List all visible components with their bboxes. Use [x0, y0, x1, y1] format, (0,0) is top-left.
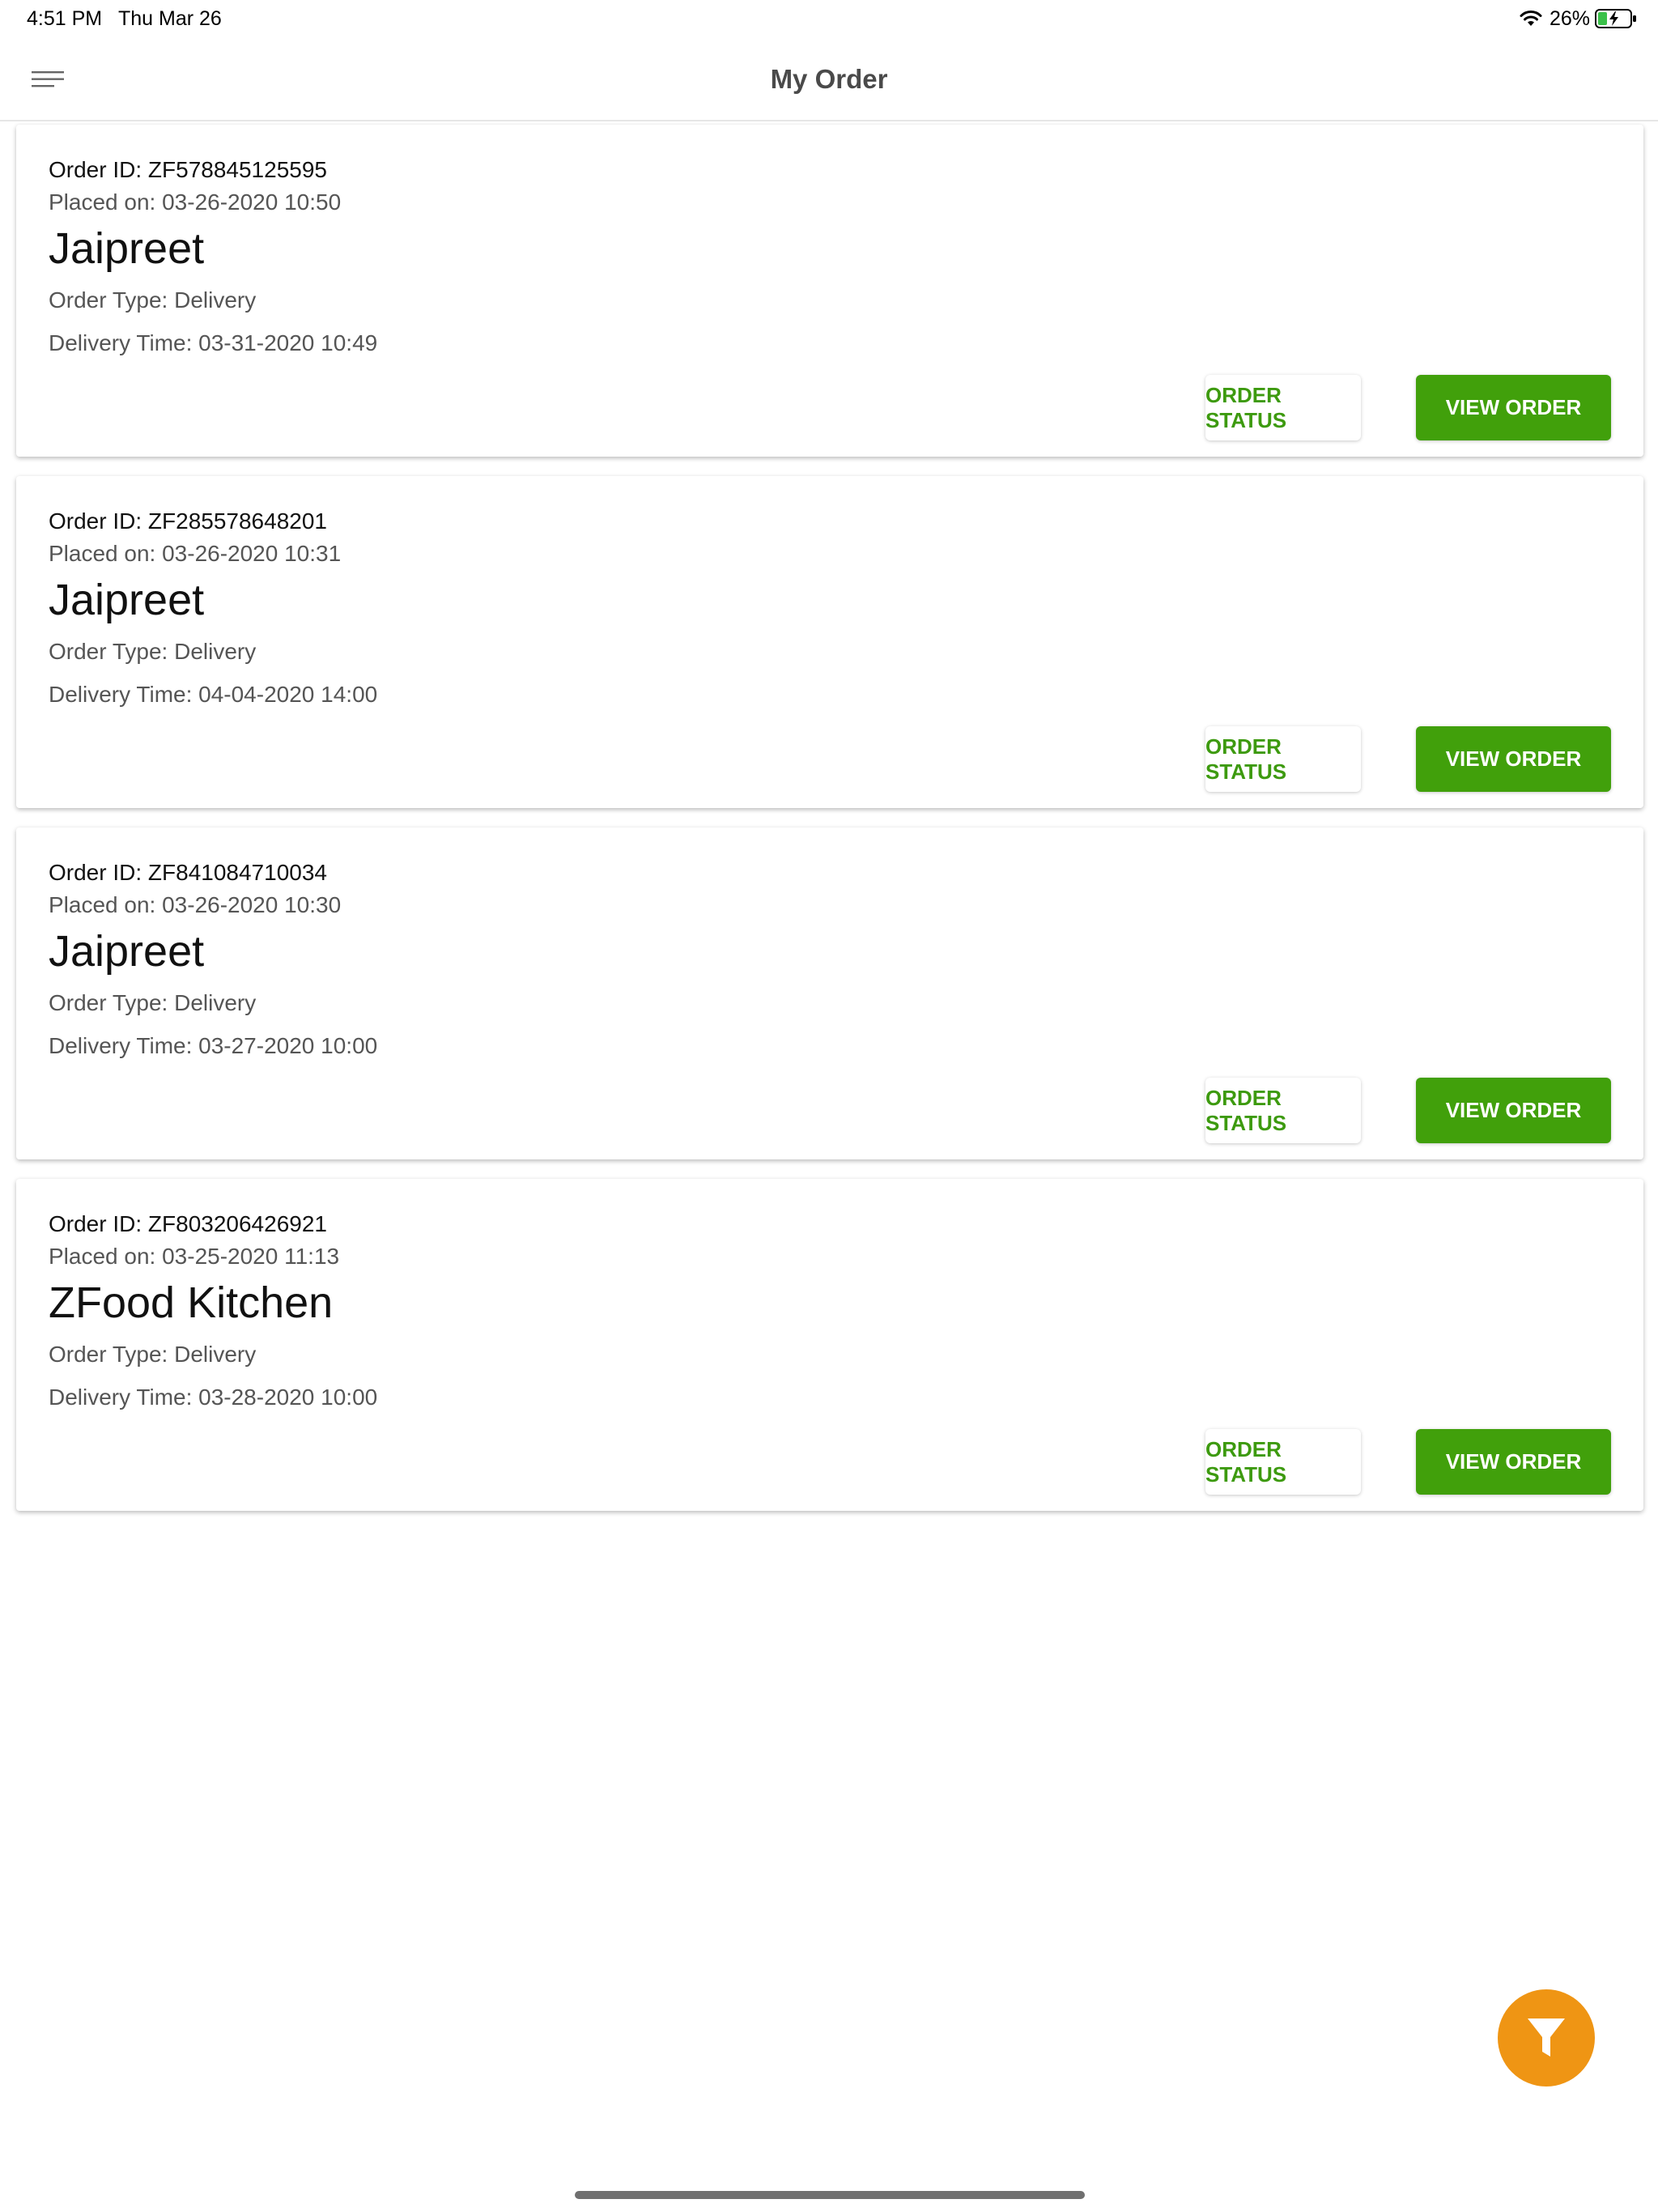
delivery-time: Delivery Time: 04-04-2020 14:00 — [49, 682, 378, 707]
delivery-time: Delivery Time: 03-31-2020 10:49 — [49, 330, 378, 355]
order-status-button[interactable]: ORDER STATUS — [1205, 1429, 1361, 1495]
order-status-button[interactable]: ORDER STATUS — [1205, 375, 1361, 440]
order-card: Order ID: ZF578845125595 Placed on: 03-2… — [16, 125, 1643, 457]
status-bar: 4:51 PM Thu Mar 26 26% — [0, 0, 1658, 37]
order-status-button[interactable]: ORDER STATUS — [1205, 726, 1361, 792]
order-list: Order ID: ZF578845125595 Placed on: 03-2… — [16, 125, 1643, 1530]
status-date: Thu Mar 26 — [118, 7, 222, 30]
delivery-time: Delivery Time: 03-27-2020 10:00 — [49, 1033, 378, 1058]
app-bar: My Order — [0, 37, 1658, 121]
status-indicators: 26% — [1519, 5, 1637, 32]
order-id: Order ID: ZF578845125595 — [49, 157, 327, 182]
order-type: Order Type: Delivery — [49, 1342, 257, 1367]
order-type: Order Type: Delivery — [49, 287, 257, 313]
order-id: Order ID: ZF803206426921 — [49, 1211, 327, 1236]
placed-on: Placed on: 03-26-2020 10:50 — [49, 189, 342, 215]
home-indicator[interactable] — [575, 2191, 1085, 2199]
hamburger-menu-icon — [32, 71, 64, 87]
filter-icon — [1528, 2018, 1565, 2057]
placed-on: Placed on: 03-25-2020 11:13 — [49, 1244, 340, 1269]
order-id: Order ID: ZF285578648201 — [49, 508, 327, 534]
restaurant-name: ZFood Kitchen — [49, 1278, 334, 1327]
placed-on: Placed on: 03-26-2020 10:31 — [49, 541, 342, 566]
order-card: Order ID: ZF803206426921 Placed on: 03-2… — [16, 1179, 1643, 1511]
order-id: Order ID: ZF841084710034 — [49, 860, 327, 885]
order-card: Order ID: ZF285578648201 Placed on: 03-2… — [16, 476, 1643, 808]
view-order-button[interactable]: VIEW ORDER — [1416, 1078, 1611, 1143]
battery-icon — [1595, 9, 1636, 28]
battery-percent: 26% — [1549, 6, 1590, 30]
filter-button[interactable] — [1498, 1989, 1595, 2087]
wifi-icon — [1520, 11, 1542, 26]
status-time: 4:51 PM — [27, 7, 103, 30]
order-type: Order Type: Delivery — [49, 639, 257, 664]
placed-on: Placed on: 03-26-2020 10:30 — [49, 892, 342, 917]
page-title: My Order — [770, 64, 888, 94]
view-order-button[interactable]: VIEW ORDER — [1416, 375, 1611, 440]
view-order-button[interactable]: VIEW ORDER — [1416, 726, 1611, 792]
restaurant-name: Jaipreet — [49, 927, 205, 976]
menu-button[interactable] — [21, 58, 74, 100]
order-status-button[interactable]: ORDER STATUS — [1205, 1078, 1361, 1143]
delivery-time: Delivery Time: 03-28-2020 10:00 — [49, 1385, 378, 1410]
order-type: Order Type: Delivery — [49, 990, 257, 1015]
view-order-button[interactable]: VIEW ORDER — [1416, 1429, 1611, 1495]
order-card: Order ID: ZF841084710034 Placed on: 03-2… — [16, 827, 1643, 1159]
restaurant-name: Jaipreet — [49, 576, 205, 624]
restaurant-name: Jaipreet — [49, 224, 205, 273]
